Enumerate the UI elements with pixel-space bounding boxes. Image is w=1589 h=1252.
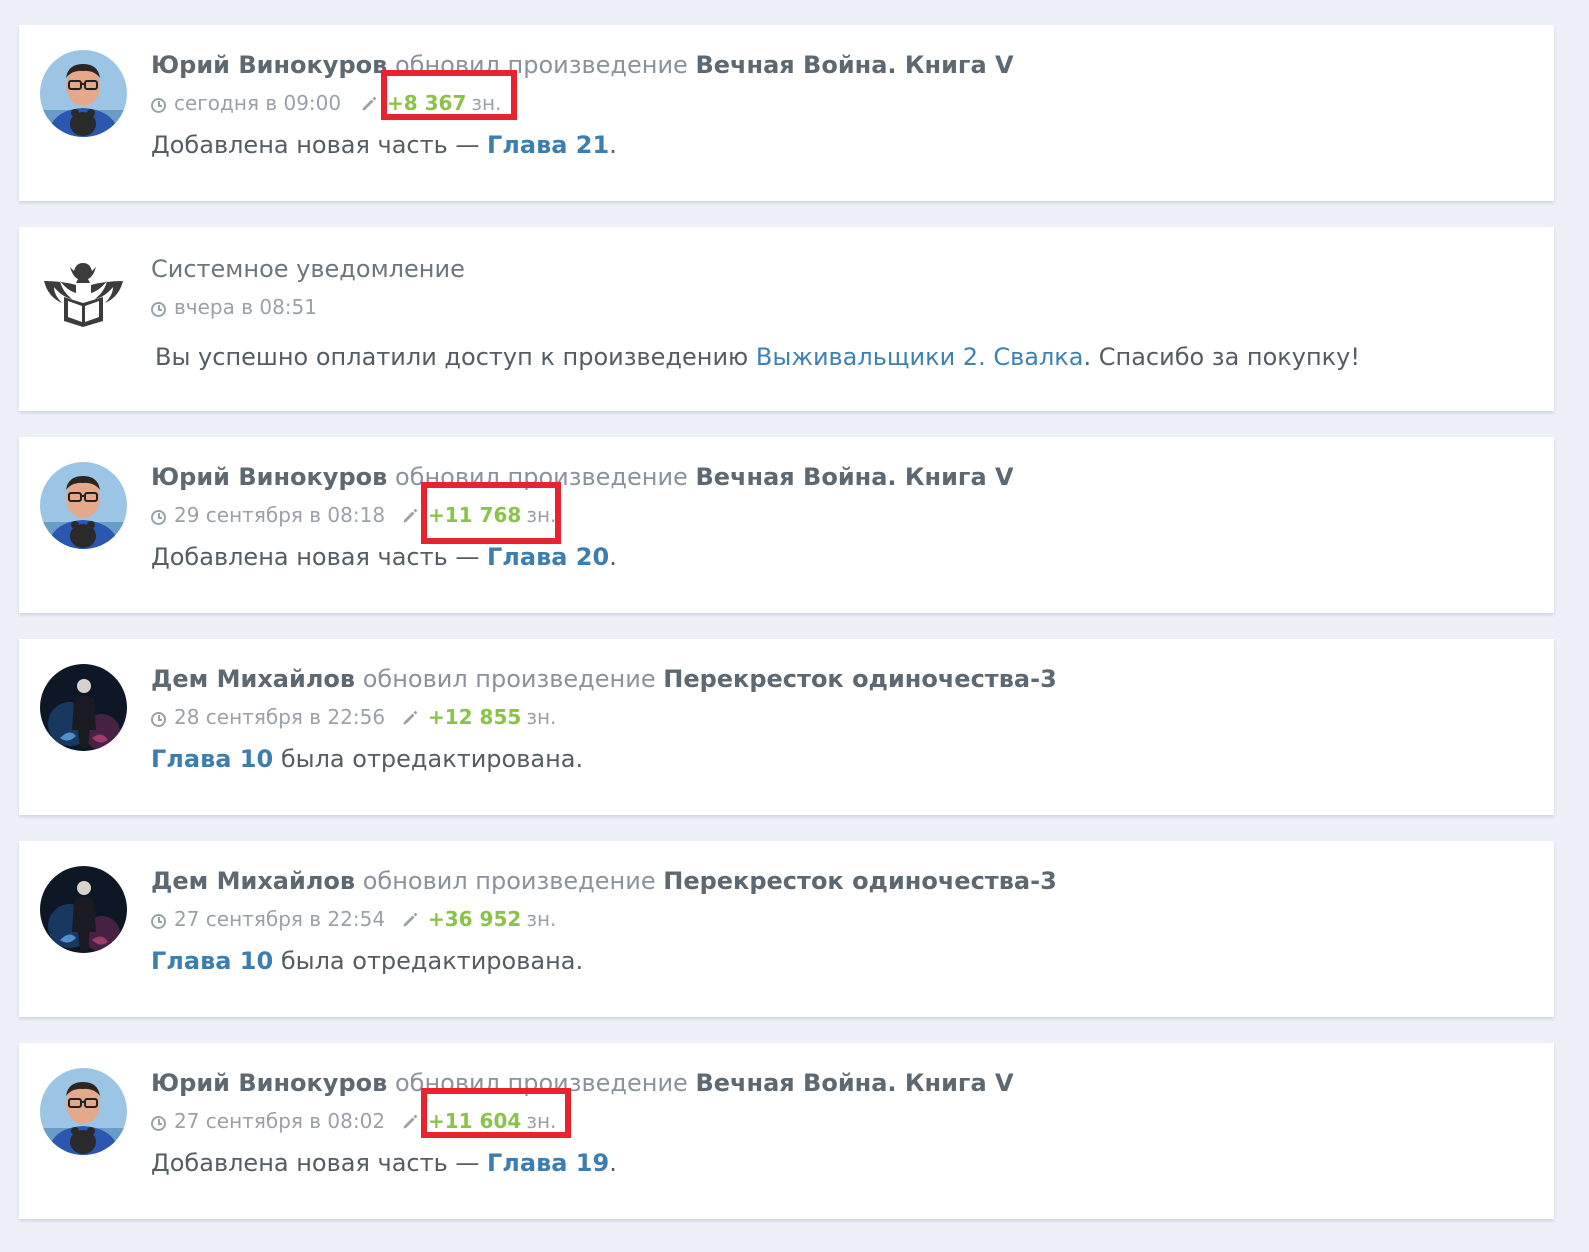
clock-icon [151,712,166,727]
timestamp: 28 сентября в 22:56 [174,705,386,729]
chapter-link[interactable]: Глава 20 [487,543,609,571]
feed-item: Дем Михайлов обновил произведение Перекр… [19,841,1554,1017]
char-count: +11 768 зн. [402,499,556,531]
feed-item-title: Дем Михайлов обновил произведение Перекр… [151,865,1534,897]
timestamp: 27 сентября в 08:02 [174,1109,386,1133]
author-link[interactable]: Юрий Винокуров [151,1069,387,1097]
work-link[interactable]: Перекресток одиночества-3 [663,867,1057,895]
char-count: +11 604 зн. [402,1105,556,1137]
work-link[interactable]: Вечная Война. Книга V [695,1069,1013,1097]
feed-item: Юрий Винокуров обновил произведение Вечн… [19,437,1554,613]
body-text-before: Вы успешно оплатили доступ к произведени… [155,343,749,371]
char-count-value: +8 367 [387,91,467,115]
system-logo-avatar [40,251,127,338]
body-text-after: . Спасибо за покупку! [1083,343,1360,371]
action-text: обновил произведение [362,665,656,693]
feed-item-body: Добавлена новая часть — Глава 20. [151,541,1534,573]
body-text-before: Добавлена новая часть — [151,1149,480,1177]
author-avatar[interactable] [40,462,127,549]
chapter-link[interactable]: Глава 10 [151,947,273,975]
chapter-link[interactable]: Глава 10 [151,745,273,773]
clock-icon [151,510,166,525]
work-link[interactable]: Вечная Война. Книга V [695,463,1013,491]
notification-title: Системное уведомление [151,255,465,283]
action-text: обновил произведение [394,51,688,79]
body-text-after: . [609,131,617,159]
char-count-value: +11 604 [428,1109,522,1133]
feed-item-body: Глава 10 была отредактирована. [151,945,1534,977]
body-text-before: Добавлена новая часть — [151,543,480,571]
chapter-link[interactable]: Глава 21 [487,131,609,159]
feed-item-body: Глава 10 была отредактирована. [151,743,1534,775]
pencil-icon [362,96,377,111]
timestamp: вчера в 08:51 [174,295,317,319]
feed-item-title: Юрий Винокуров обновил произведение Вечн… [151,49,1534,81]
clock-icon [151,1116,166,1131]
char-count-unit: зн. [526,1109,557,1133]
timestamp: 27 сентября в 22:54 [174,907,386,931]
action-text: обновил произведение [362,867,656,895]
clock-icon [151,98,166,113]
work-link[interactable]: Перекресток одиночества-3 [663,665,1057,693]
feed-item-body: Добавлена новая часть — Глава 21. [151,129,1534,161]
author-avatar[interactable] [40,1068,127,1155]
feed-item: Дем Михайлов обновил произведение Перекр… [19,639,1554,815]
feed-item-meta: 27 сентября в 22:54 +36 952 зн. [151,903,1534,935]
feed-item-body: Вы успешно оплатили доступ к произведени… [151,341,1534,373]
action-text: обновил произведение [394,463,688,491]
char-count: +12 855 зн. [402,701,556,733]
pencil-icon [403,710,418,725]
char-count-value: +12 855 [428,705,522,729]
pencil-icon [403,912,418,927]
author-avatar[interactable] [40,50,127,137]
pencil-icon [403,1114,418,1129]
author-link[interactable]: Дем Михайлов [151,867,355,895]
feed-item-meta: 29 сентября в 08:18 +11 768 зн. [151,482,1534,544]
body-text-after: была отредактирована. [280,947,584,975]
timestamp: сегодня в 09:00 [174,91,342,115]
char-count-unit: зн. [526,705,557,729]
char-count-value: +36 952 [428,907,522,931]
clock-icon [151,302,166,317]
author-avatar[interactable] [40,866,127,953]
feed-item-meta: вчера в 08:51 [151,291,1534,323]
char-count: +8 367 зн. [361,87,501,119]
char-count: +36 952 зн. [402,903,556,935]
feed-item-meta: 28 сентября в 22:56 +12 855 зн. [151,701,1534,733]
body-text-after: была отредактирована. [280,745,584,773]
author-link[interactable]: Юрий Винокуров [151,463,387,491]
body-text-after: . [609,1149,617,1177]
feed-item-meta: сегодня в 09:00 +8 367 зн. [151,70,1534,120]
author-avatar[interactable] [40,664,127,751]
feed-item: Юрий Винокуров обновил произведение Вечн… [19,25,1554,201]
author-link[interactable]: Дем Михайлов [151,665,355,693]
char-count-unit: зн. [526,907,557,931]
clock-icon [151,914,166,929]
action-text: обновил произведение [394,1069,688,1097]
chapter-link[interactable]: Глава 19 [487,1149,609,1177]
char-count-unit: зн. [526,503,557,527]
timestamp: 29 сентября в 08:18 [174,503,386,527]
char-count-value: +11 768 [428,503,522,527]
work-link[interactable]: Вечная Война. Книга V [695,51,1013,79]
char-count-unit: зн. [471,91,502,115]
author-link[interactable]: Юрий Винокуров [151,51,387,79]
feed-item-title: Дем Михайлов обновил произведение Перекр… [151,663,1534,695]
body-text-before: Добавлена новая часть — [151,131,480,159]
feed-item-body: Добавлена новая часть — Глава 19. [151,1147,1534,1179]
work-link[interactable]: Выживальщики 2. Свалка [756,343,1084,371]
feed-item-meta: 27 сентября в 08:02 +11 604 зн. [151,1088,1534,1138]
body-text-after: . [609,543,617,571]
feed-item-title: Юрий Винокуров обновил произведение Вечн… [151,461,1534,493]
feed-item: Юрий Винокуров обновил произведение Вечн… [19,1043,1554,1219]
pencil-icon [403,508,418,523]
feed-item-title: Юрий Винокуров обновил произведение Вечн… [151,1067,1534,1099]
feed-item-system: Системное уведомление вчера в 08:51 Вы у… [19,227,1554,411]
